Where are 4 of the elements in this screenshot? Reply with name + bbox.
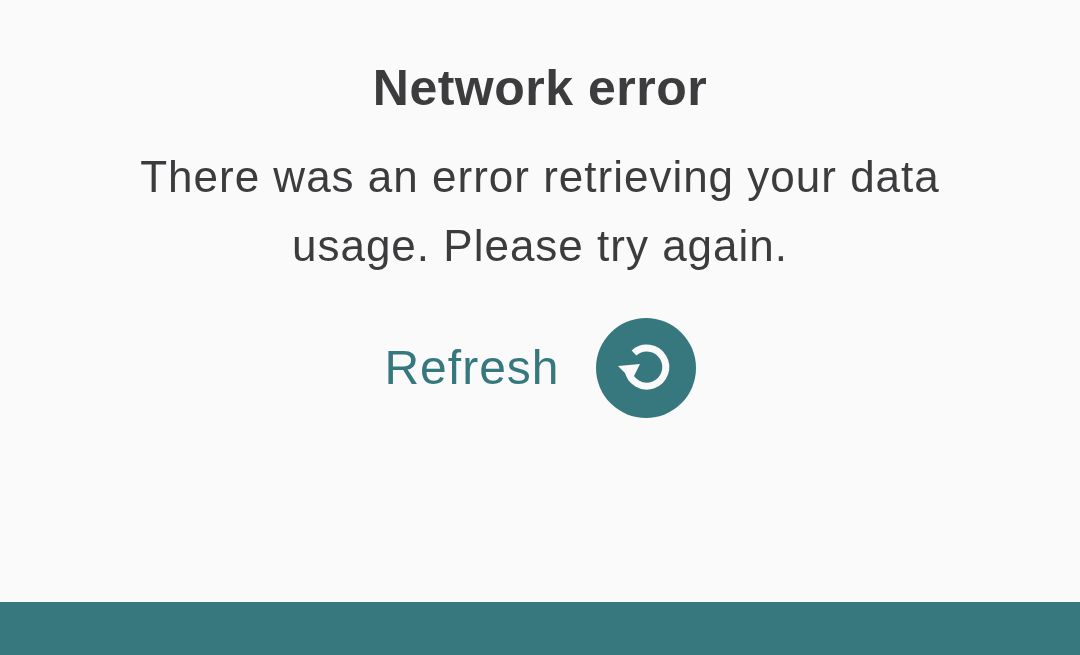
error-message: There was an error retrieving your data usage. Please try again. <box>140 151 940 272</box>
refresh-icon <box>595 318 696 418</box>
refresh-button[interactable]: Refresh <box>384 318 696 418</box>
error-title: Network error <box>372 59 708 118</box>
